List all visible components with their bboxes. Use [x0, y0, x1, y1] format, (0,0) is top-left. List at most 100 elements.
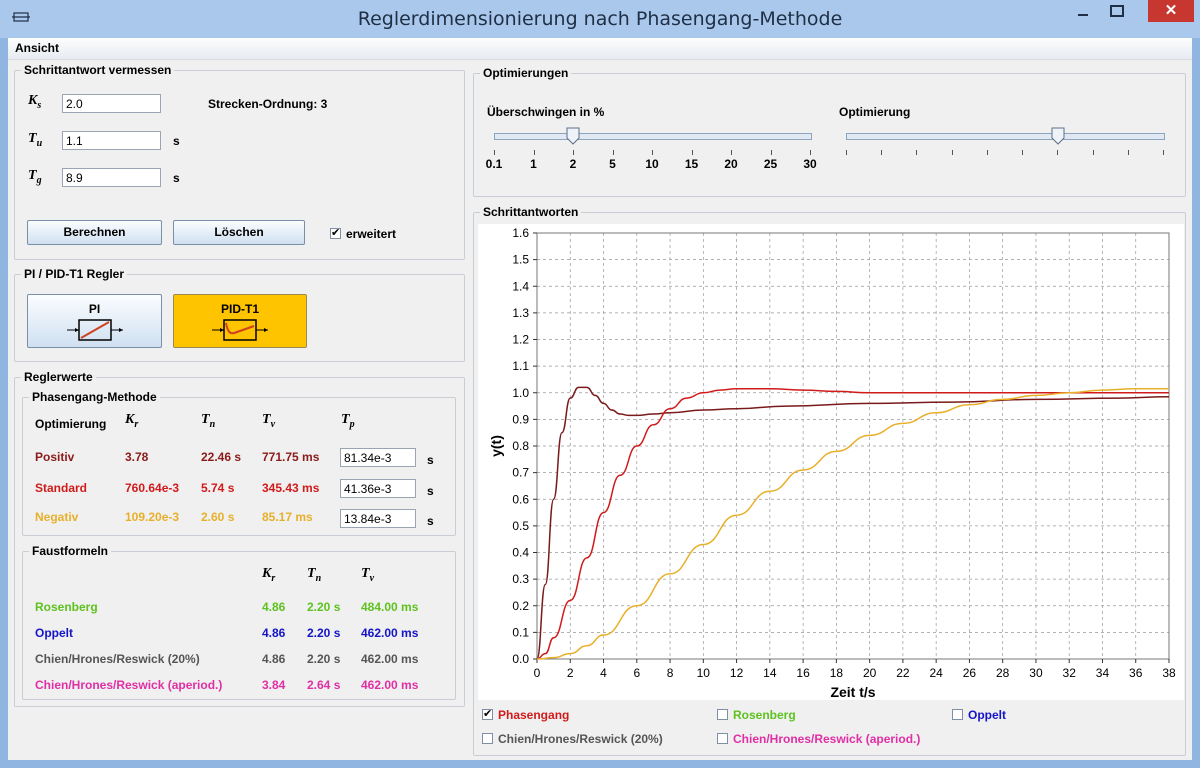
optimization-tick-mark [986, 150, 988, 155]
menu-ansicht[interactable]: Ansicht [15, 41, 59, 55]
pidt1-button[interactable]: PID-T1 [173, 294, 307, 348]
optimization-tick-mark [1127, 150, 1129, 155]
x-tick-label: 34 [1096, 666, 1110, 680]
y-tick-label: 0.6 [512, 492, 529, 506]
rule-row-tn: 2.20 s [307, 600, 341, 614]
calculate-button[interactable]: Berechnen [27, 220, 162, 245]
rule-row-name: Chien/Hrones/Reswick (aperiod.) [35, 678, 223, 692]
order-label: Strecken-Ordnung: 3 [208, 97, 328, 111]
check-chr20[interactable] [482, 733, 493, 744]
tu-label: Tu [28, 131, 43, 149]
y-tick-label: 0.3 [512, 572, 529, 586]
rule-row-kr: 4.86 [262, 652, 286, 666]
pidt1-label: PID-T1 [220, 302, 259, 316]
check-rosenberg-label: Rosenberg [733, 708, 796, 722]
phase-header-tp: Tp [341, 412, 355, 430]
y-tick-label: 0.5 [512, 519, 529, 533]
rule-row-tn: 2.20 s [307, 626, 341, 640]
y-tick-label: 0.0 [512, 652, 529, 666]
check-chr-aperiod-label: Chien/Hrones/Reswick (aperiod.) [733, 732, 921, 746]
plot-frame [536, 232, 1170, 660]
series-line-2 [536, 388, 1169, 660]
phase-row-unit: s [427, 484, 434, 498]
optimization-slider-thumb[interactable] [1051, 127, 1065, 145]
overshoot-tick-mark [612, 150, 614, 155]
overshoot-slider-thumb[interactable] [566, 127, 580, 145]
y-axis-label: y(t) [488, 435, 504, 457]
rule-row-name: Chien/Hrones/Reswick (20%) [35, 652, 200, 666]
phase-row-tn: 5.74 s [201, 481, 235, 495]
y-tick-label: 1.2 [512, 333, 529, 347]
rules-legend: Faustformeln [32, 544, 109, 558]
overshoot-tick: 0.1 [485, 157, 503, 171]
check-oppelt[interactable] [952, 709, 963, 720]
rule-row-kr: 4.86 [262, 600, 286, 614]
check-rosenberg[interactable] [717, 709, 728, 720]
y-tick-label: 1.0 [512, 386, 529, 400]
check-oppelt-label: Oppelt [968, 708, 1006, 722]
y-tick-label: 1.3 [512, 306, 529, 320]
x-tick-label: 10 [697, 666, 711, 680]
tu-input[interactable] [62, 131, 161, 150]
clear-button[interactable]: Löschen [173, 220, 305, 245]
overshoot-tick-mark [533, 150, 535, 155]
phase-row-tn: 2.60 s [201, 510, 235, 524]
phase-row-kr: 760.64e-3 [125, 481, 180, 495]
check-phasengang[interactable]: ✔ [482, 709, 493, 720]
overshoot-tick-mark [770, 150, 772, 155]
x-tick-label: 38 [1162, 666, 1176, 680]
phase-row-name: Negativ [35, 510, 79, 524]
measure-legend: Schrittantwort vermessen [24, 63, 172, 77]
optimization-tick-mark [916, 150, 918, 155]
window-title: Reglerdimensionierung nach Phasengang-Me… [357, 8, 843, 30]
overshoot-tick: 10 [645, 157, 659, 171]
overshoot-tick-mark [494, 150, 495, 155]
phase-header-tn: Tn [201, 412, 216, 430]
rules-header-kr: Kr [262, 566, 276, 584]
extended-checkbox[interactable]: ✔ [330, 228, 341, 239]
pidt1-icon [212, 319, 268, 341]
y-tick-label: 1.5 [512, 253, 529, 267]
optimization-tick-mark [1163, 150, 1164, 155]
overshoot-tick-mark [573, 150, 574, 155]
phase-row-tp-input[interactable] [340, 509, 416, 528]
phase-row-tp-input[interactable] [340, 448, 416, 467]
rule-row-tv: 462.00 ms [361, 626, 419, 640]
rules-header-tv: Tv [361, 566, 375, 584]
optimization-slider-track[interactable] [846, 133, 1165, 140]
phase-header-kr: Kr [125, 412, 139, 430]
pi-button[interactable]: PI [27, 294, 162, 348]
check-chr-aperiod[interactable] [717, 733, 728, 744]
x-tick-label: 22 [896, 666, 910, 680]
optimization-tick-mark [846, 150, 847, 155]
y-tick-label: 0.1 [512, 625, 529, 639]
phase-row-kr: 109.20e-3 [125, 510, 180, 524]
optimization-tick-mark [1022, 150, 1024, 155]
optimization-label: Optimierung [839, 105, 911, 119]
tg-input[interactable] [62, 168, 161, 187]
phase-row-tv: 345.43 ms [262, 481, 320, 495]
overshoot-slider-track[interactable] [494, 133, 812, 140]
optimize-legend: Optimierungen [483, 66, 569, 80]
phase-row-tp-input[interactable] [340, 479, 416, 498]
ks-input[interactable] [62, 94, 161, 113]
x-tick-label: 18 [830, 666, 844, 680]
tg-label: Tg [28, 168, 42, 186]
overshoot-tick-mark [810, 150, 811, 155]
phase-row-tv: 771.75 ms [262, 450, 320, 464]
overshoot-tick-mark [731, 150, 732, 155]
rule-row-tv: 484.00 ms [361, 600, 419, 614]
maximize-button[interactable] [1100, 0, 1134, 22]
overshoot-tick: 5 [609, 157, 616, 171]
phase-row-name: Positiv [35, 450, 75, 464]
overshoot-tick-mark [652, 150, 653, 155]
x-tick-label: 32 [1063, 666, 1077, 680]
rule-row-name: Rosenberg [35, 600, 98, 614]
phase-header-tv: Tv [262, 412, 276, 430]
rule-row-name: Oppelt [35, 626, 73, 640]
close-button[interactable]: ✕ [1148, 0, 1194, 22]
phase-row-tn: 22.46 s [201, 450, 242, 464]
minimize-button[interactable] [1068, 0, 1098, 22]
check-chr20-label: Chien/Hrones/Reswick (20%) [498, 732, 663, 746]
x-tick-label: 6 [633, 666, 640, 680]
